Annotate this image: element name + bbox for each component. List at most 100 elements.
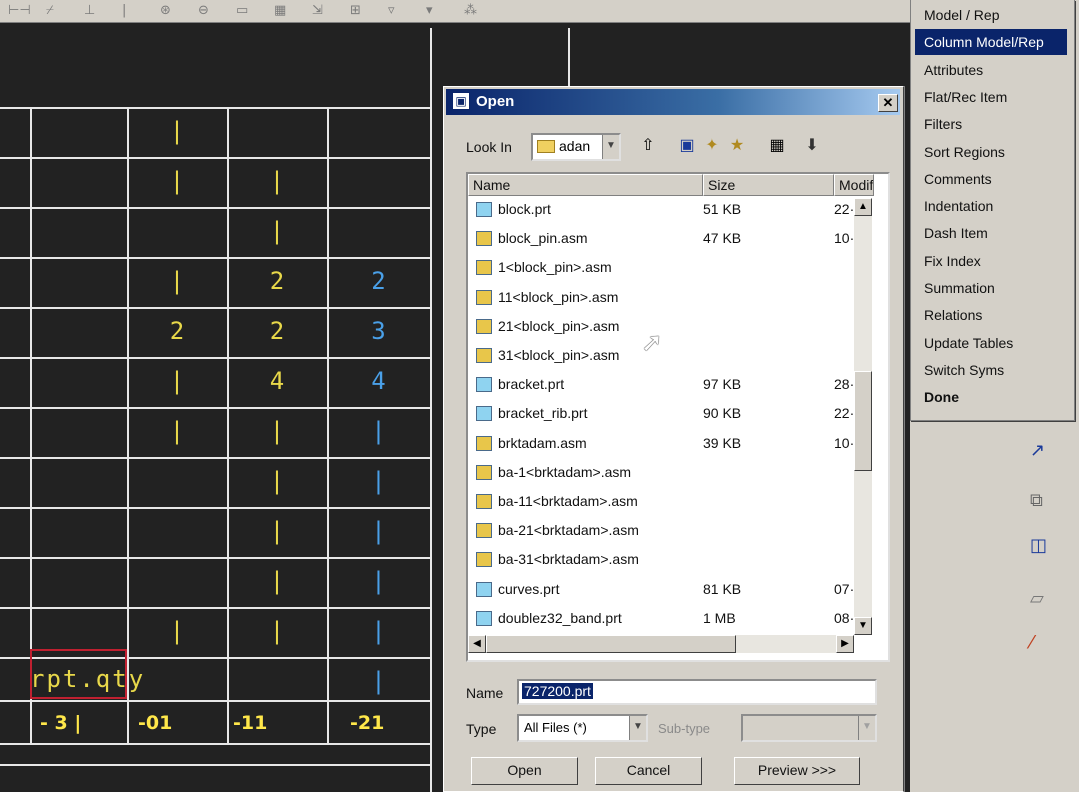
look-in-value: adan <box>559 138 591 154</box>
column-header-name[interactable]: Name <box>468 174 703 196</box>
file-row[interactable]: ba-21<brktadam>.asm <box>468 517 838 546</box>
menu-item-model-rep[interactable]: Model / Rep <box>915 2 1067 28</box>
menu-item-flat-rec-item[interactable]: Flat/Rec Item <box>915 84 1067 110</box>
menu-item-comments[interactable]: Comments <box>915 166 1067 192</box>
view-menu-icon[interactable]: ▦ <box>766 135 788 157</box>
open-dialog: ▣ Open ✕ Look In adan ▼ ⇧ ▣ ✦ ★ ▦ ⬇ Name… <box>443 86 904 792</box>
file-modified: 22· <box>834 201 854 217</box>
chevron-down-icon[interactable]: ▼ <box>602 135 619 159</box>
menu-item-update-tables[interactable]: Update Tables <box>915 330 1067 356</box>
table-cell: | <box>269 167 285 195</box>
file-row[interactable]: block_pin.asm 47 KB 10· <box>468 225 854 254</box>
assembly-file-icon <box>476 464 492 480</box>
menu-item-dash-item[interactable]: Dash Item <box>915 220 1067 246</box>
table-line <box>0 764 430 766</box>
file-row[interactable]: bracket_rib.prt 90 KB 22· <box>468 400 854 429</box>
file-row[interactable]: 11<block_pin>.asm <box>468 284 838 313</box>
menu-item-sort-regions[interactable]: Sort Regions <box>915 139 1067 165</box>
file-row[interactable]: ba-1<brktadam>.asm <box>468 459 838 488</box>
column-header-modified[interactable]: Modifi <box>834 174 874 196</box>
file-name: 21<block_pin>.asm <box>498 317 620 334</box>
file-row[interactable]: ba-31<brktadam>.asm <box>468 546 838 575</box>
menu-item-summation[interactable]: Summation <box>915 275 1067 301</box>
menu-item-filters[interactable]: Filters <box>915 111 1067 137</box>
name-value: 727200.prt <box>522 683 593 699</box>
cancel-button[interactable]: Cancel <box>595 757 702 785</box>
scroll-left-icon[interactable]: ◀ <box>468 635 486 653</box>
hscroll-thumb[interactable] <box>486 635 736 653</box>
file-row[interactable]: 1<block_pin>.asm <box>468 254 838 283</box>
file-modified: 07· <box>834 580 854 597</box>
file-row[interactable]: ba-11<brktadam>.asm <box>468 488 838 517</box>
menu-item-relations[interactable]: Relations <box>915 302 1067 328</box>
chevron-down-icon[interactable]: ▼ <box>858 716 875 740</box>
column-header-size[interactable]: Size <box>703 174 834 196</box>
name-field[interactable]: 727200.prt <box>517 679 877 705</box>
table-line <box>0 107 430 109</box>
table-line <box>0 700 430 702</box>
subtype-select[interactable]: ▼ <box>741 714 877 742</box>
mirror-tool-icon[interactable]: ◫ <box>1030 535 1047 556</box>
file-row[interactable]: bracket.prt 97 KB 28· <box>468 371 854 400</box>
table-cell: 2 <box>269 267 285 295</box>
chevron-down-icon[interactable]: ▼ <box>629 716 646 740</box>
scroll-thumb[interactable] <box>854 371 872 471</box>
table-cell: | <box>371 417 386 445</box>
table-cell: | <box>269 217 285 245</box>
scroll-right-icon[interactable]: ▶ <box>836 635 854 653</box>
scroll-down-icon[interactable]: ▼ <box>854 617 872 635</box>
assembly-file-icon <box>476 494 492 509</box>
line-tool-icon[interactable]: ↗ <box>1030 440 1045 461</box>
menu-item-column-model-rep[interactable]: Column Model/Rep <box>915 29 1067 56</box>
file-list[interactable]: Name Size Modifi block.prt 51 KB 22· block_… <box>466 172 890 662</box>
menu-item-attributes[interactable]: Attributes <box>915 57 1067 83</box>
file-row[interactable]: block.prt 51 KB 22· <box>468 196 854 225</box>
new-folder-icon[interactable]: ✦ <box>701 135 723 157</box>
menu-item-switch-syms[interactable]: Switch Syms <box>915 357 1067 383</box>
table-cell: 4 <box>371 367 386 395</box>
table-line <box>568 28 570 86</box>
open-button-label: Open <box>507 762 542 778</box>
file-row[interactable]: brktadam.asm 39 KB 10· <box>468 430 854 459</box>
table-cell: 4 <box>269 367 285 395</box>
table-line <box>0 607 430 609</box>
close-button[interactable]: ✕ <box>878 94 898 112</box>
tools-icon[interactable]: ⬇ <box>801 135 823 157</box>
file-name: doublez32_band.prt <box>498 609 622 626</box>
mouse-cursor-icon: ➚ <box>641 328 663 358</box>
index-suffix: -11 <box>233 712 268 734</box>
file-row[interactable]: doublez32_band.prt 1 MB 08· <box>468 605 854 634</box>
part-file-icon <box>476 581 492 597</box>
type-select[interactable]: All Files (*) ▼ <box>517 714 648 742</box>
menu-item-indentation[interactable]: Indentation <box>915 193 1067 219</box>
favorites-icon[interactable]: ★ <box>726 135 748 157</box>
assembly-file-icon <box>476 289 492 305</box>
menu-item-fix-index[interactable]: Fix Index <box>915 248 1067 274</box>
up-folder-icon[interactable]: ⇧ <box>637 135 659 157</box>
table-line <box>0 407 430 409</box>
table-line <box>0 457 430 459</box>
table-cell: | <box>169 367 185 395</box>
vertical-scrollbar[interactable]: ▲ ▼ <box>854 198 872 635</box>
table-line <box>0 257 430 259</box>
subtype-label: Sub-type <box>658 721 711 736</box>
cancel-button-label: Cancel <box>626 762 671 778</box>
horizontal-scrollbar[interactable]: ◀ ▶ <box>468 635 854 653</box>
preview-button[interactable]: Preview >>> <box>734 757 860 785</box>
copy-tool-icon[interactable]: ⧉ <box>1030 490 1043 511</box>
look-in-combo[interactable]: adan ▼ <box>531 133 621 161</box>
table-cell: | <box>269 617 285 645</box>
file-name: bracket_rib.prt <box>498 405 588 422</box>
scroll-up-icon[interactable]: ▲ <box>854 198 872 216</box>
desktop-icon[interactable]: ▣ <box>676 135 698 157</box>
axis-tool-icon[interactable]: ⁄ <box>1030 632 1033 653</box>
open-button[interactable]: Open <box>471 757 578 785</box>
menu-item-done[interactable]: Done <box>915 384 1067 410</box>
file-name: block.prt <box>498 201 551 217</box>
assembly-file-icon <box>476 552 492 568</box>
plane-tool-icon[interactable]: ▱ <box>1030 588 1044 609</box>
table-cell: | <box>169 617 185 645</box>
dialog-titlebar[interactable]: ▣ Open ✕ <box>446 89 900 115</box>
file-row[interactable]: curves.prt 81 KB 07· <box>468 576 854 605</box>
assembly-file-icon <box>476 318 492 334</box>
